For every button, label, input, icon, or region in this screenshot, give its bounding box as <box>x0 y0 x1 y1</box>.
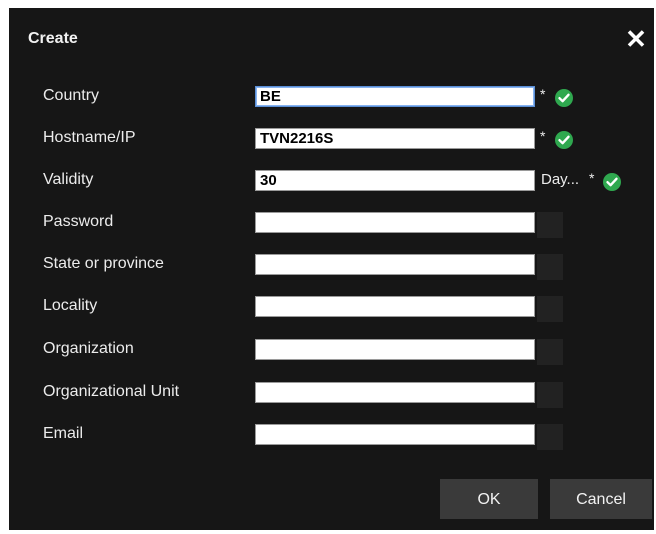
state-row: State or province <box>9 254 654 280</box>
required-mark: * <box>540 86 546 102</box>
password-input[interactable] <box>255 212 535 233</box>
password-row: Password <box>9 212 654 238</box>
locality-label: Locality <box>43 297 98 314</box>
valid-check-icon <box>555 89 573 107</box>
create-dialog: Create ✕ Country * Hostname/IP * Validit… <box>9 8 654 530</box>
organizational-unit-input[interactable] <box>255 382 535 403</box>
organization-label: Organization <box>43 340 134 357</box>
state-label: State or province <box>43 255 164 272</box>
status-indicator <box>537 382 563 408</box>
password-label: Password <box>43 213 114 230</box>
organization-input[interactable] <box>255 339 535 360</box>
hostname-input[interactable] <box>255 128 535 149</box>
ok-button[interactable]: OK <box>440 479 538 519</box>
cancel-button[interactable]: Cancel <box>550 479 652 519</box>
validity-input[interactable] <box>255 170 535 191</box>
email-label: Email <box>43 425 84 442</box>
hostname-row: Hostname/IP * <box>9 128 654 150</box>
country-label: Country <box>43 87 100 104</box>
locality-input[interactable] <box>255 296 535 317</box>
country-row: Country * <box>9 86 654 108</box>
status-indicator <box>537 296 563 322</box>
status-indicator <box>537 339 563 365</box>
status-indicator <box>537 424 563 450</box>
required-mark: * <box>540 128 546 144</box>
valid-check-icon <box>603 173 621 191</box>
email-input[interactable] <box>255 424 535 445</box>
validity-label: Validity <box>43 171 94 188</box>
country-input[interactable] <box>255 86 535 107</box>
required-mark: * <box>589 170 595 186</box>
hostname-label: Hostname/IP <box>43 129 136 146</box>
locality-row: Locality <box>9 296 654 322</box>
organization-row: Organization <box>9 339 654 365</box>
organizational-unit-row: Organizational Unit <box>9 382 654 408</box>
valid-check-icon <box>555 131 573 149</box>
validity-row: Validity Day... * <box>9 170 654 192</box>
validity-unit: Day... <box>541 171 580 188</box>
email-row: Email <box>9 424 654 450</box>
organizational-unit-label: Organizational Unit <box>43 383 180 400</box>
state-input[interactable] <box>255 254 535 275</box>
close-icon[interactable]: ✕ <box>623 26 649 52</box>
status-indicator <box>537 254 563 280</box>
status-indicator <box>537 212 563 238</box>
dialog-title: Create <box>28 30 78 47</box>
